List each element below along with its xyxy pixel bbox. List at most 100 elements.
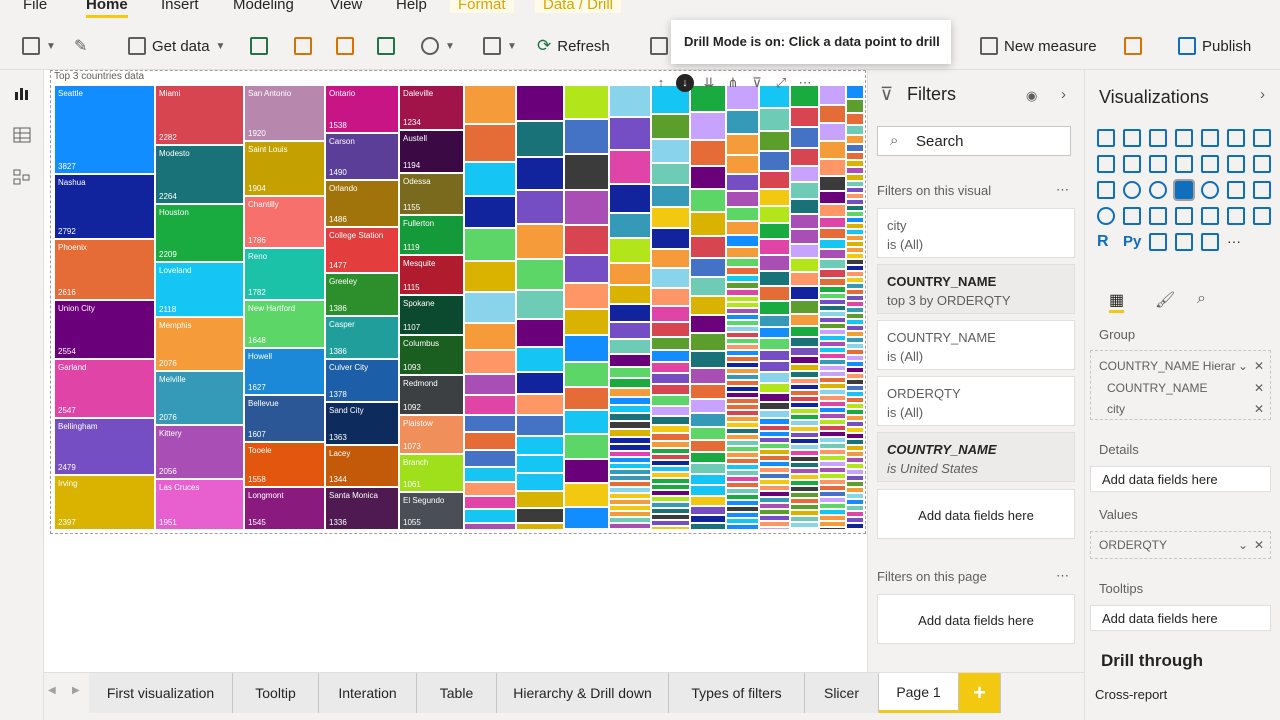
r-visual-icon[interactable]: R	[1097, 233, 1115, 251]
treemap-tile[interactable]	[846, 135, 864, 144]
treemap-tile[interactable]	[690, 452, 726, 463]
filter-search-input[interactable]: ⌕ Search	[877, 126, 1071, 156]
treemap-tile[interactable]	[819, 204, 846, 217]
treemap-tile[interactable]	[846, 167, 864, 174]
treemap-tile[interactable]	[564, 507, 609, 529]
treemap-tile[interactable]	[790, 229, 819, 244]
treemap-tile[interactable]	[516, 190, 564, 224]
treemap-tile[interactable]	[564, 529, 609, 531]
filled-map-icon[interactable]	[1227, 181, 1245, 199]
treemap-tile[interactable]	[690, 236, 726, 258]
treemap-tile[interactable]	[690, 485, 726, 496]
treemap-tile[interactable]	[564, 190, 609, 225]
page-tab-slicer[interactable]: Slicer	[805, 673, 879, 713]
donut-icon[interactable]	[1149, 181, 1167, 199]
treemap-tile[interactable]	[726, 235, 759, 247]
treemap-tile[interactable]	[651, 441, 690, 448]
treemap-tile[interactable]	[516, 259, 564, 290]
treemap-tile[interactable]	[759, 223, 790, 239]
treemap-tile[interactable]	[651, 526, 690, 530]
treemap-tile[interactable]	[609, 213, 651, 238]
treemap-tile[interactable]	[819, 141, 846, 159]
treemap-tile[interactable]	[819, 239, 846, 249]
new-measure-button[interactable]: New measure	[980, 34, 1097, 58]
treemap-cell[interactable]: Chantilly 1786	[244, 196, 325, 248]
treemap-tile[interactable]	[759, 350, 790, 361]
treemap-icon[interactable]	[1173, 179, 1195, 201]
treemap-tile[interactable]	[609, 117, 651, 150]
treemap-tile[interactable]	[609, 413, 651, 421]
stacked-bar-icon[interactable]	[1097, 129, 1115, 147]
treemap-tile[interactable]	[516, 290, 564, 319]
fields-tab-icon[interactable]: ▦	[1109, 290, 1125, 313]
treemap-tile[interactable]	[609, 339, 651, 354]
tab-modeling[interactable]: Modeling	[233, 0, 294, 13]
treemap-tile[interactable]	[790, 182, 819, 199]
treemap-cell[interactable]: Tooele 1558	[244, 442, 325, 487]
treemap-tile[interactable]	[651, 185, 690, 207]
paste-button[interactable]: ▼	[22, 34, 56, 58]
tab-home[interactable]: Home	[86, 0, 128, 18]
treemap-tile[interactable]	[464, 374, 516, 395]
treemap-tile[interactable]	[690, 351, 726, 368]
model-view-icon[interactable]	[13, 168, 31, 186]
treemap-cell[interactable]: Branch 1061	[399, 454, 464, 492]
stacked-area-icon[interactable]	[1123, 155, 1141, 173]
treemap-tile[interactable]	[690, 368, 726, 384]
treemap-tile[interactable]	[690, 166, 726, 189]
treemap-tile[interactable]	[819, 259, 846, 269]
treemap-tile[interactable]	[790, 107, 819, 127]
treemap-cell[interactable]: Phoenix 2616	[54, 239, 155, 300]
analytics-tab-icon[interactable]: ⌕	[1197, 290, 1206, 308]
card-icon[interactable]	[1123, 207, 1141, 225]
treemap-tile[interactable]	[759, 189, 790, 206]
focus-mode-icon[interactable]: ⤢	[772, 74, 790, 92]
treemap-tile[interactable]	[846, 160, 864, 167]
filter-card-country-topn[interactable]: COUNTRY_NAME top 3 by ORDERQTY	[877, 264, 1075, 314]
treemap-tile[interactable]	[726, 524, 759, 530]
treemap-tile[interactable]	[790, 314, 819, 326]
treemap-cell[interactable]: Fullerton 1119	[399, 215, 464, 255]
remove-field-icon[interactable]: ✕	[1254, 381, 1264, 395]
page-tab-tooltip[interactable]: Tooltip	[233, 673, 319, 713]
treemap-tile[interactable]	[651, 350, 690, 362]
treemap-tile[interactable]	[609, 397, 651, 405]
treemap-tile[interactable]	[819, 191, 846, 204]
treemap-tile[interactable]	[819, 278, 846, 286]
treemap-cell[interactable]: Memphis 2076	[155, 317, 244, 371]
treemap-cell[interactable]: Houston 2209	[155, 204, 244, 262]
treemap-tile[interactable]	[516, 508, 564, 523]
treemap-tile[interactable]	[464, 162, 516, 196]
expand-next-icon[interactable]: ⋔	[724, 74, 742, 92]
treemap-tile[interactable]	[651, 337, 690, 350]
eye-icon[interactable]: ◉	[1026, 88, 1037, 104]
treemap-tile[interactable]	[726, 191, 759, 207]
treemap-tile[interactable]	[516, 394, 564, 415]
treemap-tile[interactable]	[651, 207, 690, 228]
more-options-icon[interactable]: ⋯	[1056, 182, 1069, 198]
treemap-tile[interactable]	[564, 85, 609, 119]
treemap-tile[interactable]	[690, 315, 726, 333]
qa-icon[interactable]	[1201, 233, 1219, 251]
treemap-tile[interactable]	[690, 399, 726, 413]
waterfall-icon[interactable]	[1227, 155, 1245, 173]
treemap-tile[interactable]	[609, 429, 651, 437]
treemap-tile[interactable]	[651, 425, 690, 433]
treemap-tile[interactable]	[819, 176, 846, 191]
treemap-cell[interactable]: Redmond 1092	[399, 375, 464, 415]
treemap-tile[interactable]	[819, 123, 846, 141]
filter-icon[interactable]: ⊽	[748, 74, 766, 92]
treemap-cell[interactable]: El Segundo 1055	[399, 492, 464, 530]
decomposition-tree-icon[interactable]	[1175, 233, 1193, 251]
treemap-tile[interactable]	[609, 388, 651, 397]
treemap-tile[interactable]	[516, 415, 564, 436]
recent-sources-button[interactable]: ▼	[421, 34, 455, 58]
treemap-tile[interactable]	[690, 427, 726, 440]
treemap-cell[interactable]: Greeley 1386	[325, 273, 399, 316]
treemap-tile[interactable]	[464, 415, 516, 432]
treemap-tile[interactable]	[759, 383, 790, 393]
treemap-tile[interactable]	[759, 255, 790, 271]
tab-file[interactable]: File	[23, 0, 47, 13]
tab-data-drill[interactable]: Data / Drill	[535, 0, 622, 13]
treemap-cell[interactable]: Las Cruces 1951	[155, 479, 244, 530]
